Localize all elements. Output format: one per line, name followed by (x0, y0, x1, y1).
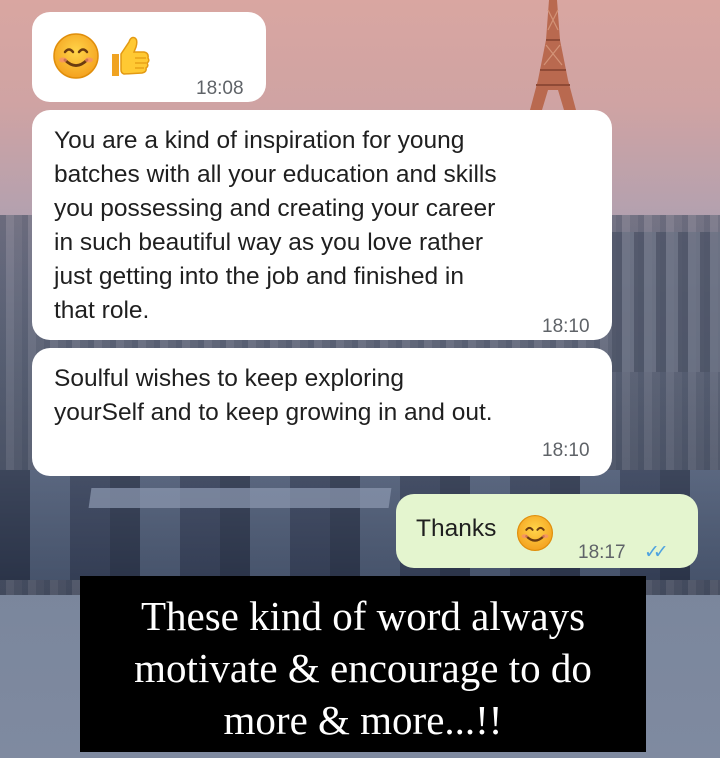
smiling-face-icon (53, 33, 99, 79)
message-text: Soulful wishes to keep exploring yourSel… (54, 365, 493, 426)
message-text: You are a kind of inspiration for young … (54, 127, 497, 324)
incoming-message-bubble[interactable]: Soulful wishes to keep exploring yourSel… (32, 348, 612, 476)
smiling-face-icon (516, 514, 554, 552)
thumbs-up-icon (112, 36, 150, 76)
roof-slope (88, 488, 392, 508)
message-timestamp: 18:17 (578, 542, 626, 563)
message-timestamp: 18:10 (542, 440, 590, 461)
message-timestamp: 18:10 (542, 316, 590, 337)
message-timestamp: 18:08 (196, 78, 244, 99)
building-facade (612, 232, 720, 372)
message-text: Thanks (416, 515, 497, 542)
eiffel-tower-icon (530, 0, 576, 110)
incoming-message-bubble[interactable]: 18:08 (32, 12, 266, 102)
incoming-message-bubble[interactable]: You are a kind of inspiration for young … (32, 110, 612, 340)
outgoing-message-bubble[interactable]: Thanks 18:17 ✓✓ (396, 494, 698, 568)
read-double-check-icon: ✓✓ (644, 542, 669, 563)
caption-line: These kind of word always (140, 593, 586, 639)
caption-line: more & more...!! (223, 697, 503, 743)
caption-line: motivate & encourage to do (134, 645, 592, 691)
story-caption: These kind of word always motivate & enc… (80, 576, 646, 752)
